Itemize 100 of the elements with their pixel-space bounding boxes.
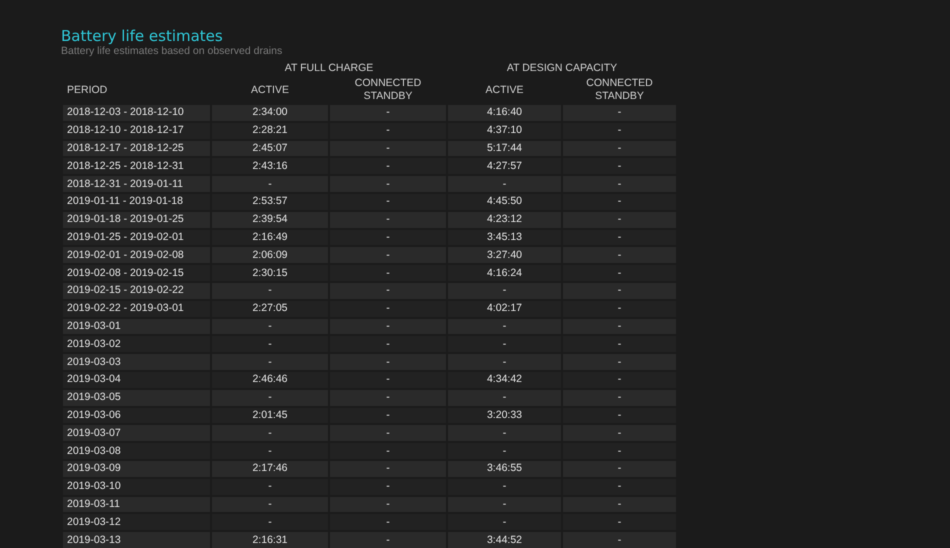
table-cell: -: [563, 158, 676, 174]
table-cell: -: [563, 478, 676, 495]
table-cell: -: [563, 532, 676, 548]
table-cell: 2019-03-02: [63, 336, 210, 352]
table-cell: -: [563, 390, 676, 406]
table-cell: 2018-12-31 - 2019-01-11: [63, 176, 210, 192]
table-cell: -: [330, 460, 446, 477]
table-cell: 2019-03-03: [63, 354, 210, 370]
table-cell: -: [212, 336, 328, 352]
table-cell: -: [330, 265, 446, 281]
table-cell: -: [330, 212, 446, 228]
table-cell: -: [563, 265, 676, 281]
table-cell: -: [448, 318, 561, 334]
table-cell: 4:23:12: [448, 212, 561, 228]
table-cell: 2:30:15: [212, 265, 328, 281]
table-cell: -: [330, 514, 446, 530]
table-cell: -: [563, 372, 676, 388]
table-cell: 2019-03-01: [63, 318, 210, 334]
table-cell: -: [448, 282, 561, 299]
table-cell: 2019-02-01 - 2019-02-08: [63, 247, 210, 264]
table-cell: -: [330, 354, 446, 370]
table-cell: 2:16:31: [212, 532, 328, 548]
group-header: AT DESIGN CAPACITY: [506, 62, 618, 74]
table-cell: -: [448, 336, 561, 352]
table-cell: -: [448, 425, 561, 442]
table-cell: -: [212, 282, 328, 299]
table-cell: -: [330, 496, 446, 512]
table-cell: 2:01:45: [212, 408, 328, 424]
table-cell: -: [330, 122, 446, 139]
table-cell: -: [448, 514, 561, 530]
table-cell: 2019-03-12: [63, 514, 210, 530]
table-cell: 2:39:54: [212, 212, 328, 228]
table-cell: -: [330, 282, 446, 299]
table-cell: -: [330, 336, 446, 352]
table-cell: -: [448, 496, 561, 512]
column-header: PERIOD: [67, 84, 108, 96]
table-cell: 2:16:49: [212, 230, 328, 246]
table-cell: 2:17:46: [212, 460, 328, 477]
section-subtitle: Battery life estimates based on observed drains: [61, 45, 284, 58]
table-cell: -: [563, 425, 676, 442]
table-cell: -: [330, 408, 446, 424]
table-cell: -: [448, 478, 561, 495]
table-cell: -: [563, 408, 676, 424]
table-cell: 2019-01-11 - 2019-01-18: [63, 194, 210, 210]
table-cell: -: [330, 194, 446, 210]
table-cell: -: [330, 390, 446, 406]
table-cell: 2018-12-10 - 2018-12-17: [63, 122, 210, 139]
table-cell: -: [563, 318, 676, 334]
table-cell: -: [563, 300, 676, 317]
table-cell: -: [563, 514, 676, 530]
table-cell: 4:16:40: [448, 105, 561, 121]
table-cell: -: [448, 354, 561, 370]
table-cell: 4:27:57: [448, 158, 561, 174]
table-cell: -: [212, 176, 328, 192]
table-cell: -: [212, 443, 328, 459]
table-cell: -: [448, 443, 561, 459]
table-cell: 3:46:55: [448, 460, 561, 477]
table-cell: 2:46:46: [212, 372, 328, 388]
column-header: CONNECTED STANDBY: [354, 77, 422, 102]
table-cell: 2:27:05: [212, 300, 328, 317]
table-cell: -: [563, 336, 676, 352]
table-cell: 2:45:07: [212, 140, 328, 156]
table-cell: -: [330, 140, 446, 156]
table-cell: 2019-03-11: [63, 496, 210, 512]
column-header: ACTIVE: [486, 84, 524, 96]
table-cell: -: [212, 390, 328, 406]
table-cell: 2019-01-18 - 2019-01-25: [63, 212, 210, 228]
table-cell: 2019-02-22 - 2019-03-01: [63, 300, 210, 317]
table-cell: -: [563, 443, 676, 459]
table-cell: -: [330, 176, 446, 192]
table-cell: 2:53:57: [212, 194, 328, 210]
table-cell: -: [448, 176, 561, 192]
table-cell: -: [330, 300, 446, 317]
table-cell: -: [563, 230, 676, 246]
table-cell: -: [330, 443, 446, 459]
table-cell: -: [563, 105, 676, 121]
table-cell: -: [330, 425, 446, 442]
table-cell: 2018-12-17 - 2018-12-25: [63, 140, 210, 156]
table-cell: 4:16:24: [448, 265, 561, 281]
table-cell: 2019-03-08: [63, 443, 210, 459]
table-cell: 2:06:09: [212, 247, 328, 264]
table-cell: 2019-03-06: [63, 408, 210, 424]
table-cell: 4:37:10: [448, 122, 561, 139]
table-cell: 2019-03-10: [63, 478, 210, 495]
table-cell: 2019-03-13: [63, 532, 210, 548]
table-cell: -: [212, 318, 328, 334]
table-cell: -: [212, 478, 328, 495]
column-header: CONNECTED STANDBY: [586, 77, 653, 102]
table-cell: 2019-02-08 - 2019-02-15: [63, 265, 210, 281]
table-cell: -: [212, 514, 328, 530]
table-cell: 4:02:17: [448, 300, 561, 317]
table-cell: -: [330, 230, 446, 246]
table-cell: -: [563, 176, 676, 192]
table-cell: 4:45:50: [448, 194, 561, 210]
table-cell: 2018-12-25 - 2018-12-31: [63, 158, 210, 174]
table-cell: 2:28:21: [212, 122, 328, 139]
table-cell: -: [330, 532, 446, 548]
table-cell: -: [563, 247, 676, 264]
table-cell: -: [330, 105, 446, 121]
table-cell: -: [212, 496, 328, 512]
